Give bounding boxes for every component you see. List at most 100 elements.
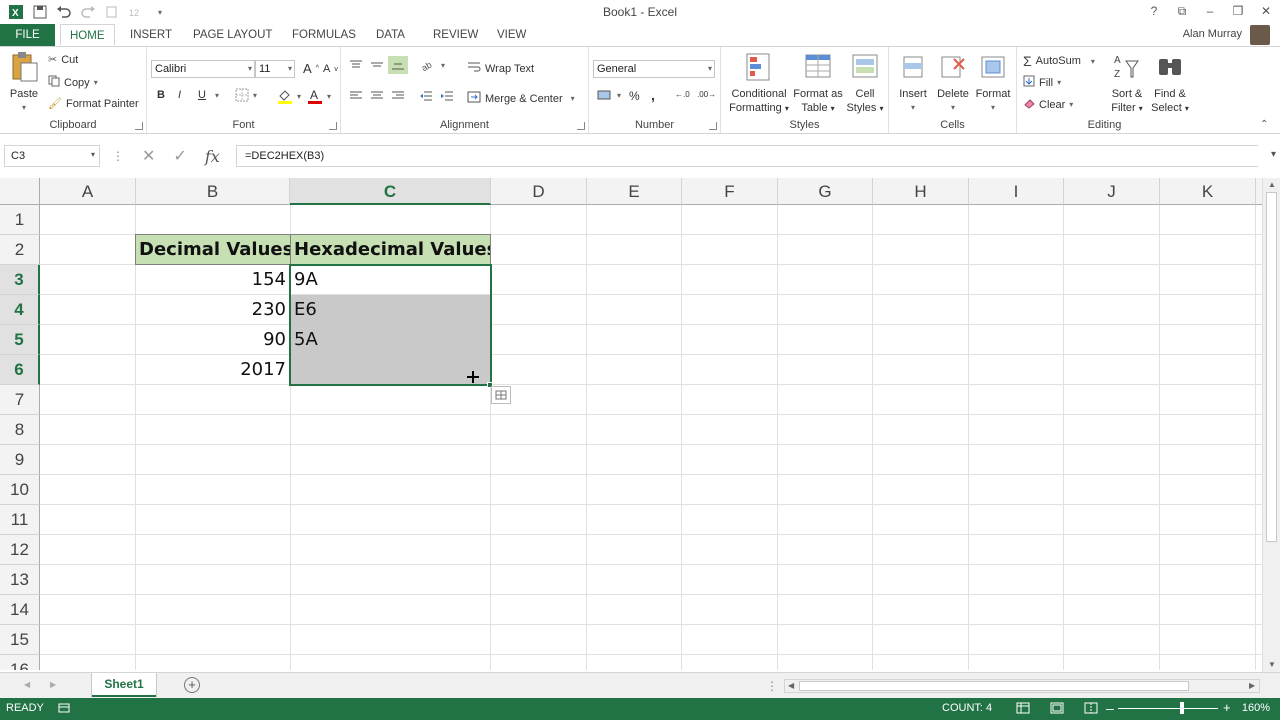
cell-b6[interactable]: 2017 <box>136 355 290 385</box>
row-header-2[interactable]: 2 <box>0 235 40 265</box>
scroll-left-icon[interactable]: ◀ <box>788 681 794 690</box>
fill-color-icon[interactable]: ▾ <box>277 88 301 104</box>
scroll-up-icon[interactable]: ▲ <box>1268 180 1276 189</box>
zoom-out-icon[interactable]: – <box>1106 700 1114 716</box>
merge-center-button[interactable]: Merge & Center ▾ <box>467 91 575 106</box>
add-sheet-icon[interactable]: + <box>184 677 200 693</box>
comma-style-icon[interactable]: , <box>651 87 655 103</box>
sheet-tab-sheet1[interactable]: Sheet1 <box>92 673 156 697</box>
tab-review[interactable]: REVIEW <box>424 24 487 46</box>
column-header-i[interactable]: I <box>969 178 1064 205</box>
row-header-6[interactable]: 6 <box>0 355 40 385</box>
font-color-icon[interactable]: A ▾ <box>307 88 331 104</box>
insert-function-icon[interactable]: fx <box>205 147 220 166</box>
select-all-corner[interactable] <box>0 178 40 205</box>
row-header-16[interactable]: 16 <box>0 655 40 670</box>
format-as-table-button[interactable]: Format as Table ▾ <box>791 51 845 116</box>
shrink-font-icon[interactable]: Av <box>323 63 338 75</box>
row-header-5[interactable]: 5 <box>0 325 40 355</box>
close-button[interactable]: ✕ <box>1252 0 1280 22</box>
tab-formulas[interactable]: FORMULAS <box>283 24 365 46</box>
row-header-14[interactable]: 14 <box>0 595 40 625</box>
column-header-f[interactable]: F <box>682 178 778 205</box>
cell-b2[interactable]: Decimal Values <box>135 234 291 265</box>
row-header-8[interactable]: 8 <box>0 415 40 445</box>
copy-button[interactable]: Copy ▾ <box>48 75 98 90</box>
middle-align-icon[interactable] <box>370 59 384 71</box>
tab-insert[interactable]: INSERT <box>121 24 181 46</box>
bold-button[interactable]: B <box>157 89 165 101</box>
macro-record-icon[interactable] <box>58 702 70 717</box>
cell-styles-button[interactable]: Cell Styles ▾ <box>845 51 885 116</box>
borders-icon[interactable]: ▾ <box>235 88 257 102</box>
column-header-a[interactable]: A <box>40 178 136 205</box>
row-header-4[interactable]: 4 <box>0 295 40 325</box>
font-size-combo[interactable]: 11 ▾ <box>255 60 295 78</box>
horizontal-scroll-thumb[interactable] <box>799 681 1189 691</box>
name-box[interactable]: C3 ▾ <box>4 145 100 167</box>
tab-home[interactable]: HOME <box>60 24 115 46</box>
accounting-format-icon[interactable]: ▾ <box>597 89 621 101</box>
decrease-indent-icon[interactable] <box>419 90 433 102</box>
formula-input[interactable]: =DEC2HEX(B3) <box>236 145 1258 167</box>
format-cells-button[interactable]: Format ▾ <box>973 51 1013 115</box>
row-header-9[interactable]: 9 <box>0 445 40 475</box>
number-launcher-icon[interactable] <box>709 122 717 130</box>
quick-analysis-icon[interactable] <box>491 386 511 404</box>
cell-c3[interactable]: 9A <box>291 265 490 295</box>
tab-view[interactable]: VIEW <box>488 24 535 46</box>
zoom-slider[interactable] <box>1118 708 1218 709</box>
collapse-ribbon-icon[interactable]: ⌃ <box>1260 119 1268 130</box>
grow-font-icon[interactable]: A ^ <box>303 61 319 76</box>
zoom-in-icon[interactable]: + <box>1223 700 1231 715</box>
page-layout-view-icon[interactable] <box>1050 702 1064 717</box>
tab-splitter-icon[interactable]: ⋮ <box>766 679 778 693</box>
tab-file[interactable]: FILE <box>0 24 55 46</box>
column-header-b[interactable]: B <box>136 178 290 205</box>
ribbon-display-button[interactable]: ⧉ <box>1168 0 1196 22</box>
cut-button[interactable]: ✂ Cut <box>48 53 78 67</box>
tab-page-layout[interactable]: PAGE LAYOUT <box>184 24 281 46</box>
cell-c4[interactable]: E6 <box>291 295 490 325</box>
vertical-scroll-thumb[interactable] <box>1266 192 1277 542</box>
font-launcher-icon[interactable] <box>329 122 337 130</box>
column-header-j[interactable]: J <box>1064 178 1160 205</box>
normal-view-icon[interactable] <box>1016 702 1030 717</box>
sheet-scroll-left-icon[interactable]: ◀ <box>24 680 30 689</box>
scroll-down-icon[interactable]: ▼ <box>1268 660 1276 669</box>
font-name-combo[interactable]: Calibri ▾ <box>151 60 255 78</box>
underline-dropdown-icon[interactable]: ▾ <box>215 91 219 100</box>
decrease-decimal-icon[interactable]: .00→ <box>697 90 716 99</box>
zoom-level[interactable]: 160% <box>1242 702 1270 714</box>
column-header-d[interactable]: D <box>491 178 587 205</box>
column-header-e[interactable]: E <box>587 178 682 205</box>
zoom-slider-thumb[interactable] <box>1180 702 1184 714</box>
cell-b4[interactable]: 230 <box>136 295 290 325</box>
cell-b5[interactable]: 90 <box>136 325 290 355</box>
cell-b3[interactable]: 154 <box>136 265 290 295</box>
row-header-13[interactable]: 13 <box>0 565 40 595</box>
orientation-icon[interactable]: ab ▾ <box>421 59 445 71</box>
format-painter-button[interactable]: 🖌 Format Painter <box>48 97 139 111</box>
paste-button[interactable]: Paste ▾ <box>6 51 42 115</box>
column-header-c[interactable]: C <box>290 178 491 205</box>
conditional-formatting-button[interactable]: Conditional Formatting ▾ <box>726 51 792 116</box>
delete-cells-button[interactable]: Delete ▾ <box>933 51 973 115</box>
clipboard-launcher-icon[interactable] <box>135 122 143 130</box>
increase-decimal-icon[interactable]: ←.0 <box>675 90 690 99</box>
find-select-button[interactable]: Find & Select ▾ <box>1149 51 1191 116</box>
percent-style-icon[interactable]: % <box>629 89 640 103</box>
number-format-combo[interactable]: General ▾ <box>593 60 715 78</box>
scroll-right-icon[interactable]: ▶ <box>1249 681 1255 690</box>
top-align-icon[interactable] <box>349 59 363 71</box>
row-header-1[interactable]: 1 <box>0 205 40 235</box>
restore-button[interactable]: ❐ <box>1224 0 1252 22</box>
vertical-scrollbar[interactable]: ▲ ▼ <box>1262 178 1280 672</box>
help-button[interactable]: ? <box>1140 0 1168 22</box>
align-center-icon[interactable] <box>370 90 384 102</box>
align-right-icon[interactable] <box>391 90 405 102</box>
copy-dropdown-icon[interactable]: ▾ <box>94 78 98 87</box>
row-header-3[interactable]: 3 <box>0 265 40 295</box>
sort-filter-button[interactable]: AZ Sort & Filter ▾ <box>1107 51 1147 116</box>
cancel-icon[interactable]: ✕ <box>142 146 155 166</box>
